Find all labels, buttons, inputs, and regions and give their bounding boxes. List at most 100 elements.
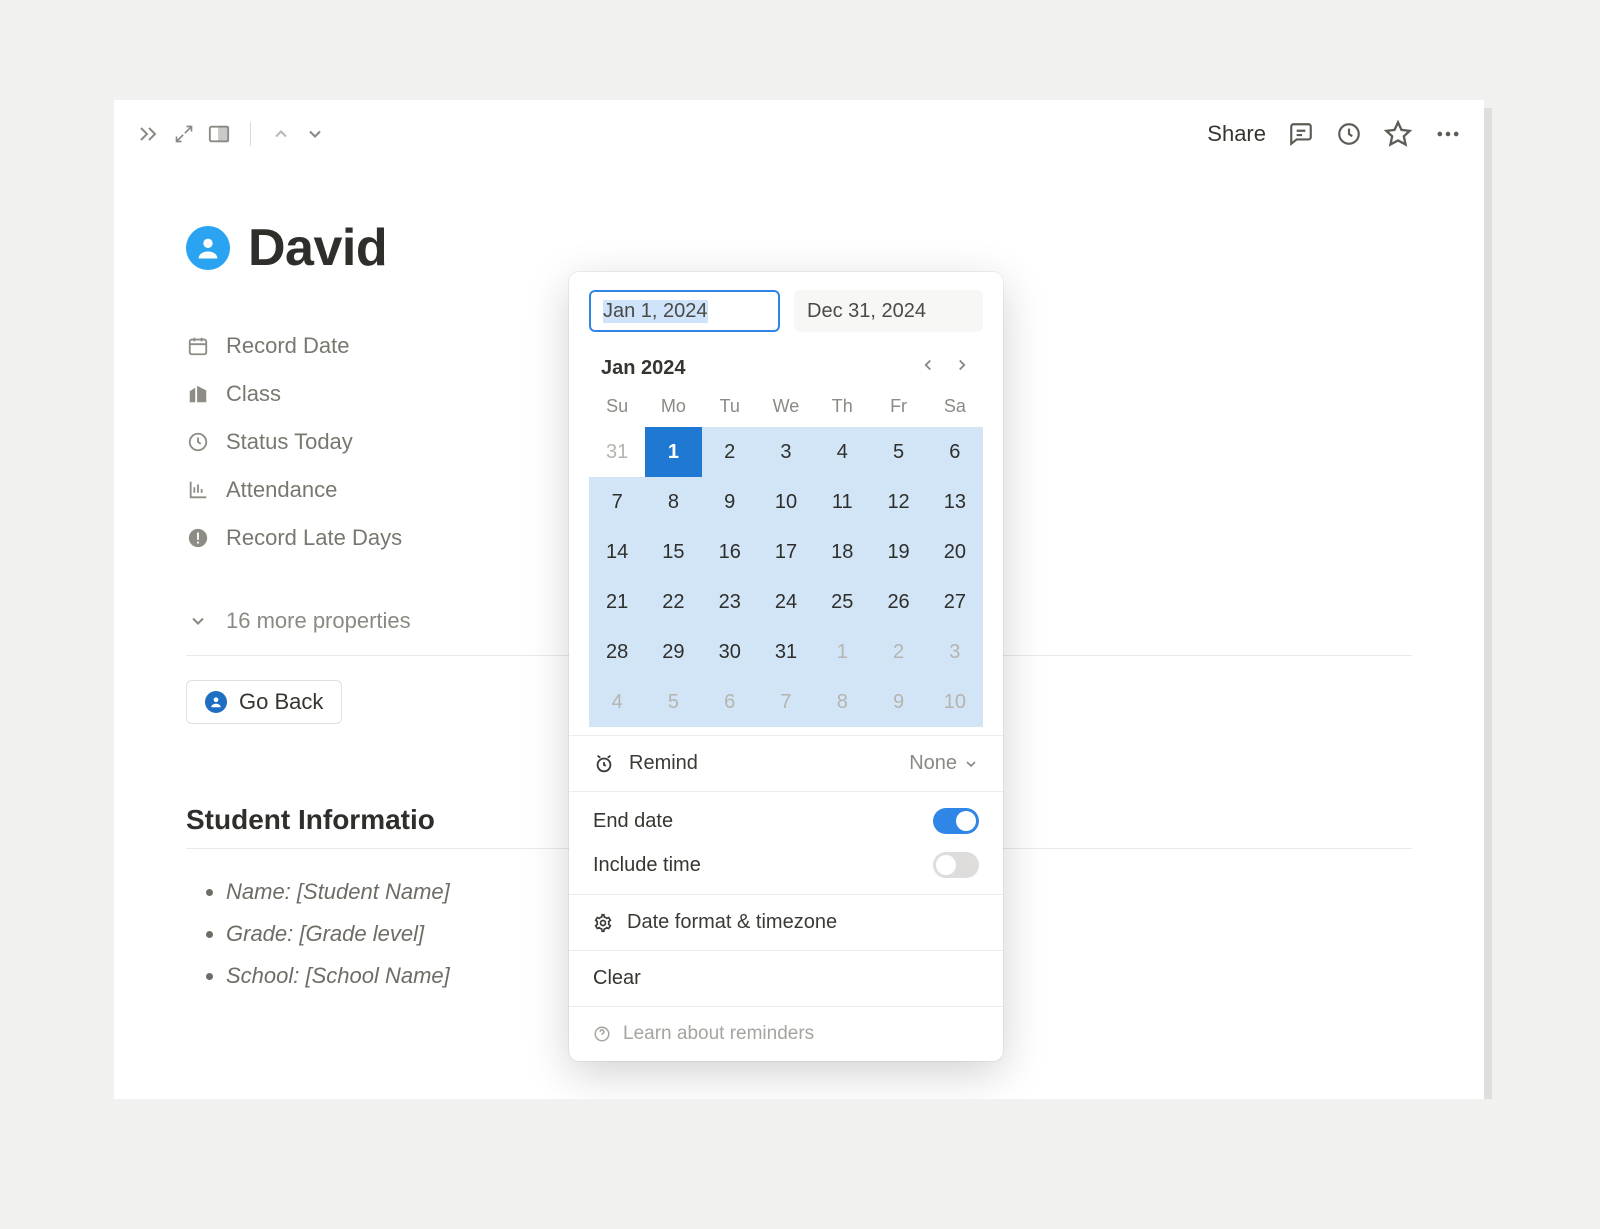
alarm-icon [593,753,615,775]
page-title[interactable]: David [248,218,387,278]
calendar-day[interactable]: 31 [589,427,645,477]
comments-icon[interactable] [1288,121,1314,147]
calendar-day[interactable]: 27 [927,577,983,627]
property-label: Record Date [226,333,350,359]
calendar-day[interactable]: 18 [814,527,870,577]
chevron-down-icon [963,756,979,772]
calendar-day[interactable]: 10 [758,477,814,527]
page-icon-avatar[interactable] [186,226,230,270]
calendar-day[interactable]: 1 [645,427,701,477]
go-back-button[interactable]: Go Back [186,680,342,724]
share-button[interactable]: Share [1207,121,1266,147]
calendar-day[interactable]: 23 [702,577,758,627]
end-date-toggle[interactable] [933,808,979,834]
property-label: Status Today [226,429,353,455]
expand-icon[interactable] [136,122,160,146]
prev-page-icon[interactable] [271,124,291,144]
calendar-day[interactable]: 24 [758,577,814,627]
letterbox [0,1099,1600,1229]
open-full-icon[interactable] [174,124,194,144]
calendar-day-header: We [758,388,814,427]
property-label: Class [226,381,281,407]
peek-mode-icon[interactable] [208,124,230,144]
calendar-day-header: Fr [870,388,926,427]
date-format-row[interactable]: Date format & timezone [569,894,1003,950]
app-window: Share David Record Date Class Status Today… [114,100,1484,1100]
help-icon [593,1025,611,1043]
toolbar-divider [250,122,251,146]
clear-label: Clear [593,967,641,990]
end-date-input[interactable]: Dec 31, 2024 [794,290,983,332]
updates-icon[interactable] [1336,121,1362,147]
calendar-day[interactable]: 13 [927,477,983,527]
calendar-day[interactable]: 12 [870,477,926,527]
calendar-day[interactable]: 3 [927,627,983,677]
building-icon [186,383,210,405]
calendar-day[interactable]: 28 [589,627,645,677]
calendar-day[interactable]: 20 [927,527,983,577]
learn-row[interactable]: Learn about reminders [569,1006,1003,1061]
calendar-day[interactable]: 17 [758,527,814,577]
calendar-day-header: Su [589,388,645,427]
calendar-day[interactable]: 11 [814,477,870,527]
next-month-button[interactable] [945,352,979,384]
calendar-day[interactable]: 26 [870,577,926,627]
include-time-toggle[interactable] [933,852,979,878]
more-icon[interactable] [1434,120,1462,148]
alert-icon [186,527,210,549]
clock-icon [186,431,210,453]
remind-row[interactable]: Remind None [569,735,1003,791]
calendar-day[interactable]: 3 [758,427,814,477]
calendar-day[interactable]: 7 [758,677,814,727]
calendar-day[interactable]: 6 [927,427,983,477]
calendar-day[interactable]: 31 [758,627,814,677]
top-toolbar: Share [114,100,1484,160]
next-page-icon[interactable] [305,124,325,144]
calendar-day-header: Th [814,388,870,427]
calendar-day[interactable]: 19 [870,527,926,577]
calendar-day[interactable]: 21 [589,577,645,627]
calendar-day[interactable]: 10 [927,677,983,727]
calendar-day[interactable]: 4 [814,427,870,477]
remind-label: Remind [629,752,698,775]
calendar-day[interactable]: 2 [870,627,926,677]
property-label: Attendance [226,477,337,503]
calendar-day[interactable]: 6 [702,677,758,727]
calendar-day[interactable]: 1 [814,627,870,677]
favorite-icon[interactable] [1384,120,1412,148]
include-time-label: Include time [593,854,701,877]
calendar-day[interactable]: 5 [645,677,701,727]
calendar-day-header: Sa [927,388,983,427]
calendar-day[interactable]: 16 [702,527,758,577]
calendar-day[interactable]: 2 [702,427,758,477]
person-icon [205,691,227,713]
end-date-label: End date [593,810,673,833]
calendar-day[interactable]: 25 [814,577,870,627]
calendar-day[interactable]: 9 [702,477,758,527]
chart-icon [186,479,210,501]
start-date-input[interactable]: Jan 1, 2024 [589,290,780,332]
calendar-icon [186,335,210,357]
calendar-day[interactable]: 7 [589,477,645,527]
gear-icon [593,913,613,933]
calendar-day[interactable]: 8 [645,477,701,527]
calendar-day[interactable]: 9 [870,677,926,727]
calendar-day[interactable]: 5 [870,427,926,477]
calendar-grid: SuMoTuWeThFrSa31123456789101112131415161… [569,388,1003,735]
clear-row[interactable]: Clear [569,950,1003,1006]
calendar-day[interactable]: 29 [645,627,701,677]
calendar-day-header: Tu [702,388,758,427]
remind-value[interactable]: None [909,752,979,775]
go-back-label: Go Back [239,689,323,715]
calendar-day[interactable]: 15 [645,527,701,577]
calendar-day[interactable]: 4 [589,677,645,727]
calendar-day[interactable]: 8 [814,677,870,727]
calendar-month-label: Jan 2024 [601,357,686,380]
prev-month-button[interactable] [911,352,945,384]
calendar-day[interactable]: 30 [702,627,758,677]
calendar-day[interactable]: 14 [589,527,645,577]
calendar-day[interactable]: 22 [645,577,701,627]
learn-label: Learn about reminders [623,1023,814,1045]
date-picker-popover: Jan 1, 2024 Dec 31, 2024 Jan 2024 SuMoTu… [569,272,1003,1061]
date-format-label: Date format & timezone [627,911,837,934]
